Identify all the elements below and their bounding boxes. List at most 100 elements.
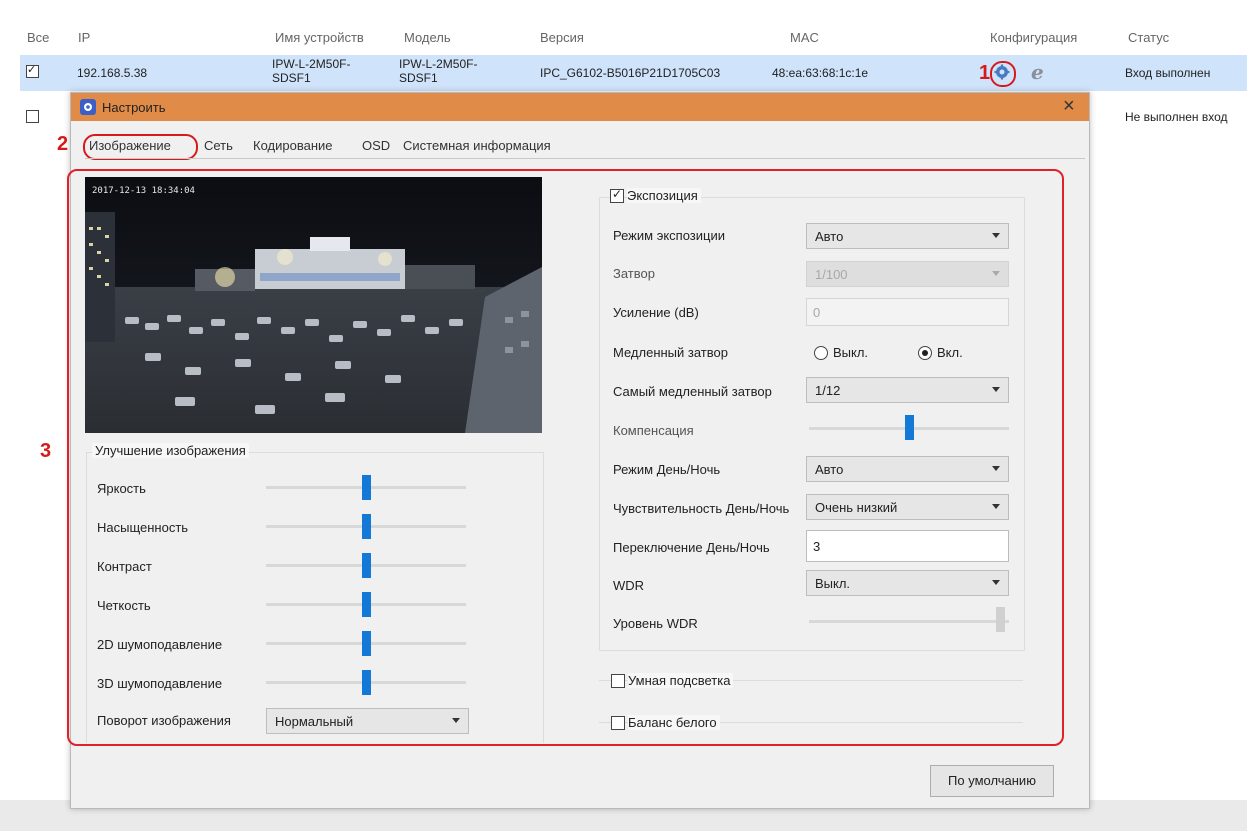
- daynight-mode-label: Режим День/Ночь: [613, 462, 721, 477]
- gear-icon[interactable]: [994, 64, 1010, 80]
- enhancement-slider-thumb[interactable]: [362, 670, 371, 695]
- header-device-name[interactable]: Имя устройств: [275, 30, 364, 45]
- slow-shutter-on-label[interactable]: Вкл.: [937, 345, 963, 360]
- row-model-line2: SDSF1: [399, 71, 438, 85]
- chevron-down-icon: [992, 466, 1000, 471]
- close-icon[interactable]: ×: [1063, 95, 1075, 118]
- enhancement-label: Насыщенность: [97, 520, 189, 535]
- wdr-level-label: Уровень WDR: [613, 616, 698, 631]
- enhancement-group: [86, 452, 544, 743]
- slow-shutter-off-label[interactable]: Выкл.: [833, 345, 868, 360]
- row-version: IPC_G6102-B5016P21D1705C03: [540, 66, 721, 80]
- dialog-title: Настроить: [102, 100, 166, 115]
- enhancement-label: Контраст: [97, 559, 152, 574]
- default-button[interactable]: По умолчанию: [930, 765, 1054, 797]
- enhancement-slider-thumb[interactable]: [362, 631, 371, 656]
- white-balance-checkbox[interactable]: [611, 716, 625, 730]
- smart-ir-label[interactable]: Умная подсветка: [628, 673, 734, 688]
- gain-input: 0: [806, 298, 1009, 326]
- enhancement-slider-thumb[interactable]: [362, 592, 371, 617]
- annotation-number-3: 3: [40, 440, 52, 462]
- header-ip[interactable]: IP: [78, 30, 90, 45]
- row-status: Не выполнен вход: [1125, 110, 1228, 124]
- tab-osd[interactable]: OSD: [360, 136, 392, 156]
- enhancement-title: Улучшение изображения: [92, 443, 249, 458]
- shutter-value: 1/100: [815, 267, 848, 282]
- row-device-name-line2: SDSF1: [272, 71, 311, 85]
- annotation-number-1: 1: [979, 62, 991, 84]
- shutter-select: 1/100: [806, 261, 1009, 287]
- header-version[interactable]: Версия: [540, 30, 584, 45]
- exposure-checkbox[interactable]: [610, 187, 624, 203]
- settings-app-icon: [80, 99, 96, 115]
- enhancement-label: Яркость: [97, 481, 146, 496]
- browser-e-icon[interactable]: e: [1031, 60, 1044, 84]
- exposure-mode-label: Режим экспозиции: [613, 228, 725, 243]
- slow-shutter-on-radio[interactable]: [918, 346, 932, 360]
- row-mac: 48:ea:63:68:1c:1e: [772, 66, 869, 80]
- chevron-down-icon: [992, 387, 1000, 392]
- header-mac[interactable]: MAC: [790, 30, 819, 45]
- rotation-label: Поворот изображения: [97, 713, 231, 728]
- tab-encoding[interactable]: Кодирование: [251, 136, 335, 156]
- tab-network[interactable]: Сеть: [202, 136, 235, 156]
- camera-preview: 2017-12-13 18:34:04: [85, 177, 542, 433]
- annotation-circle-2: [83, 134, 198, 160]
- wdr-value: Выкл.: [815, 576, 851, 591]
- chevron-down-icon: [992, 504, 1000, 509]
- compensation-label: Компенсация: [613, 423, 694, 438]
- rotation-value: Нормальный: [275, 714, 354, 729]
- daynight-mode-value: Авто: [815, 462, 844, 477]
- gain-label: Усиление (dB): [613, 305, 699, 320]
- annotation-number-2: 2: [57, 133, 69, 155]
- header-status[interactable]: Статус: [1128, 30, 1169, 45]
- enhancement-label: 3D шумоподавление: [97, 676, 223, 691]
- tab-system-info[interactable]: Системная информация: [401, 136, 553, 156]
- row-ip: 192.168.5.38: [77, 66, 148, 80]
- dialog-titlebar[interactable]: Настроить ×: [71, 93, 1089, 121]
- chevron-down-icon: [992, 271, 1000, 276]
- tab-underline: [85, 158, 1085, 159]
- wdr-label: WDR: [613, 578, 645, 593]
- slow-shutter-off-radio[interactable]: [814, 346, 828, 360]
- daynight-sensitivity-select[interactable]: Очень низкий: [806, 494, 1009, 520]
- header-all[interactable]: Все: [27, 30, 49, 45]
- chevron-down-icon: [992, 580, 1000, 585]
- wdr-select[interactable]: Выкл.: [806, 570, 1009, 596]
- row-status: Вход выполнен: [1125, 66, 1211, 80]
- chevron-down-icon: [452, 718, 460, 723]
- daynight-switch-input[interactable]: 3: [806, 530, 1009, 562]
- row-device-name-line1: IPW-L-2M50F-: [272, 57, 351, 71]
- gain-value: 0: [813, 305, 821, 320]
- enhancement-slider-thumb[interactable]: [362, 475, 371, 500]
- row-checkbox[interactable]: [26, 63, 39, 78]
- chevron-down-icon: [992, 233, 1000, 238]
- daynight-mode-select[interactable]: Авто: [806, 456, 1009, 482]
- slowest-shutter-value: 1/12: [815, 383, 841, 398]
- wdr-level-slider-thumb: [996, 607, 1005, 632]
- exposure-mode-select[interactable]: Авто: [806, 223, 1009, 249]
- slowest-shutter-select[interactable]: 1/12: [806, 377, 1009, 403]
- enhancement-label: Четкость: [97, 598, 151, 613]
- enhancement-label: 2D шумоподавление: [97, 637, 223, 652]
- exposure-title: Экспозиция: [627, 188, 701, 203]
- daynight-switch-label: Переключение День/Ночь: [613, 540, 770, 555]
- smart-ir-checkbox[interactable]: [611, 674, 625, 688]
- rotation-select[interactable]: Нормальный: [266, 708, 469, 734]
- osd-timestamp: 2017-12-13 18:34:04: [92, 186, 195, 196]
- row-checkbox[interactable]: [26, 110, 39, 123]
- slow-shutter-label: Медленный затвор: [613, 345, 728, 360]
- daynight-sensitivity-label: Чувствительность День/Ночь: [613, 501, 790, 516]
- header-config[interactable]: Конфигурация: [990, 30, 1077, 45]
- slowest-shutter-label: Самый медленный затвор: [613, 384, 772, 399]
- header-model[interactable]: Модель: [404, 30, 451, 45]
- row-model-line1: IPW-L-2M50F-: [399, 57, 478, 71]
- white-balance-label[interactable]: Баланс белого: [628, 715, 720, 730]
- compensation-slider-thumb[interactable]: [905, 415, 914, 440]
- shutter-label: Затвор: [613, 266, 655, 281]
- enhancement-slider-thumb[interactable]: [362, 553, 371, 578]
- wdr-level-slider: [809, 620, 1009, 623]
- enhancement-slider-thumb[interactable]: [362, 514, 371, 539]
- daynight-switch-value: 3: [813, 539, 821, 554]
- exposure-mode-value: Авто: [815, 229, 844, 244]
